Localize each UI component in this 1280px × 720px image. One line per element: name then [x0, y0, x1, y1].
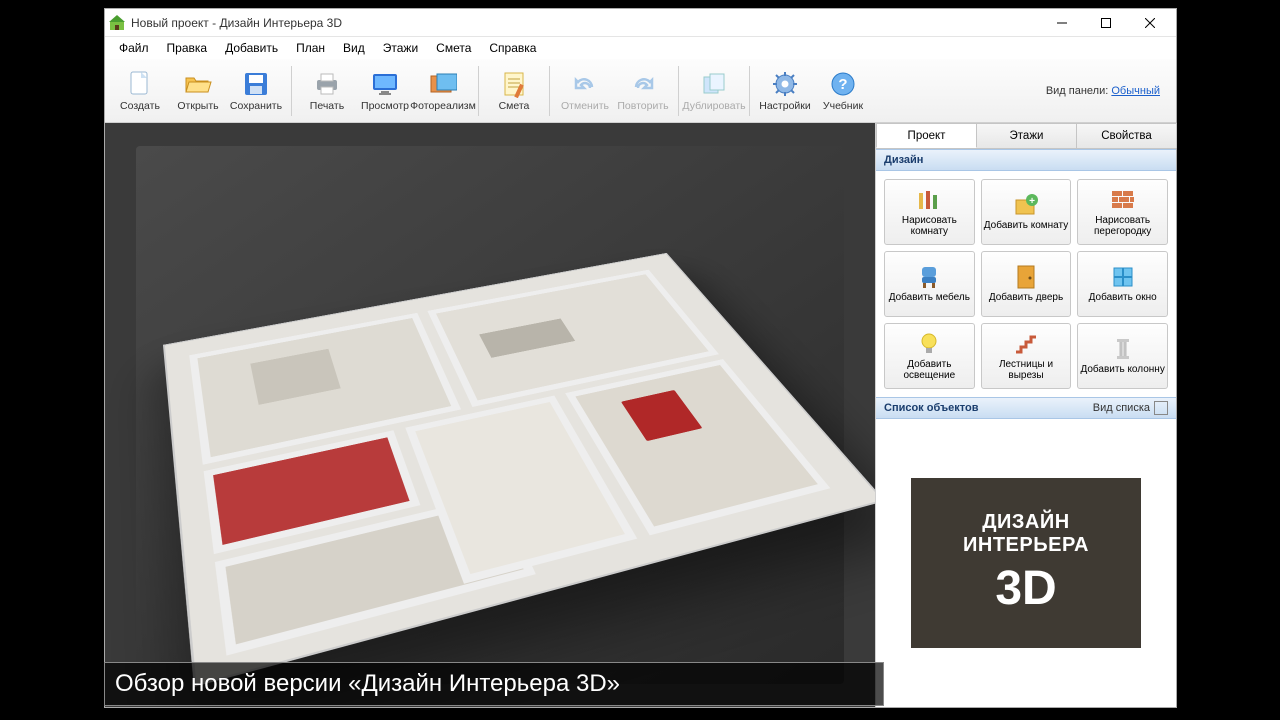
list-view-label: Вид списка [1093, 402, 1150, 414]
notepad-icon [500, 70, 528, 98]
brick-wall-icon [1110, 187, 1136, 213]
floorplan-model [163, 253, 876, 687]
maximize-button[interactable] [1084, 10, 1128, 36]
save-icon [242, 70, 270, 98]
window-icon [1110, 264, 1136, 290]
menubar: Файл Правка Добавить План Вид Этажи Смет… [105, 37, 1176, 59]
app-icon [109, 15, 125, 31]
tab-floors[interactable]: Этажи [976, 123, 1077, 148]
panel-tabs: Проект Этажи Свойства [876, 123, 1176, 149]
photoreal-button[interactable]: Фотореализм [414, 63, 472, 119]
duplicate-icon [700, 70, 728, 98]
titlebar: Новый проект - Дизайн Интерьера 3D [105, 9, 1176, 37]
panel-mode: Вид панели: Обычный [1046, 85, 1170, 97]
minimize-button[interactable] [1040, 10, 1084, 36]
stairs-icon [1013, 331, 1039, 357]
draw-room-button[interactable]: Нарисовать комнату [884, 179, 975, 245]
estimate-button[interactable]: Смета [485, 63, 543, 119]
folder-open-icon [184, 70, 212, 98]
toolbar: Создать Открыть Сохранить Печать Просмот… [105, 59, 1176, 123]
chair-icon [916, 264, 942, 290]
object-list: ДИЗАЙН ИНТЕРЬЕРА 3D [876, 419, 1176, 707]
tab-properties[interactable]: Свойства [1076, 123, 1177, 148]
column-icon [1110, 336, 1136, 362]
redo-button[interactable]: Повторить [614, 63, 672, 119]
design-header: Дизайн [876, 149, 1176, 171]
menu-floors[interactable]: Этажи [375, 39, 426, 57]
monitor-icon [371, 70, 399, 98]
save-button[interactable]: Сохранить [227, 63, 285, 119]
help-button[interactable]: ? Учебник [814, 63, 872, 119]
print-button[interactable]: Печать [298, 63, 356, 119]
create-button[interactable]: Создать [111, 63, 169, 119]
undo-icon [571, 70, 599, 98]
add-window-button[interactable]: Добавить окно [1077, 251, 1168, 317]
tab-project[interactable]: Проект [876, 123, 977, 148]
lightbulb-icon [916, 331, 942, 357]
new-file-icon [126, 70, 154, 98]
video-caption: Обзор новой версии «Дизайн Интерьера 3D» [104, 662, 884, 706]
draw-wall-button[interactable]: Нарисовать перегородку [1077, 179, 1168, 245]
menu-file[interactable]: Файл [111, 39, 157, 57]
add-light-button[interactable]: Добавить освещение [884, 323, 975, 389]
door-icon [1013, 264, 1039, 290]
add-room-icon: + [1013, 192, 1039, 218]
printer-icon [313, 70, 341, 98]
svg-text:+: + [1029, 196, 1035, 207]
list-view-icon[interactable] [1154, 401, 1168, 415]
menu-help[interactable]: Справка [481, 39, 544, 57]
undo-button[interactable]: Отменить [556, 63, 614, 119]
app-window: Новый проект - Дизайн Интерьера 3D Файл … [104, 8, 1177, 708]
help-icon: ? [829, 70, 857, 98]
add-column-button[interactable]: Добавить колонну [1077, 323, 1168, 389]
add-furniture-button[interactable]: Добавить мебель [884, 251, 975, 317]
open-button[interactable]: Открыть [169, 63, 227, 119]
objects-header: Список объектов Вид списка [876, 397, 1176, 419]
brushes-icon [916, 187, 942, 213]
menu-plan[interactable]: План [288, 39, 333, 57]
add-room-button[interactable]: + Добавить комнату [981, 179, 1072, 245]
menu-add[interactable]: Добавить [217, 39, 286, 57]
svg-text:?: ? [838, 76, 847, 93]
menu-edit[interactable]: Правка [159, 39, 216, 57]
duplicate-button[interactable]: Дублировать [685, 63, 743, 119]
panel-mode-link[interactable]: Обычный [1111, 85, 1160, 97]
gear-icon [771, 70, 799, 98]
window-title: Новый проект - Дизайн Интерьера 3D [131, 16, 1040, 30]
product-logo: ДИЗАЙН ИНТЕРЬЕРА 3D [911, 478, 1141, 648]
3d-viewport[interactable] [105, 123, 876, 707]
menu-estimate[interactable]: Смета [428, 39, 479, 57]
photoreal-icon [429, 70, 457, 98]
design-tools: Нарисовать комнату + Добавить комнату На… [876, 171, 1176, 397]
add-door-button[interactable]: Добавить дверь [981, 251, 1072, 317]
preview-button[interactable]: Просмотр [356, 63, 414, 119]
stairs-button[interactable]: Лестницы и вырезы [981, 323, 1072, 389]
redo-icon [629, 70, 657, 98]
menu-view[interactable]: Вид [335, 39, 373, 57]
settings-button[interactable]: Настройки [756, 63, 814, 119]
close-button[interactable] [1128, 10, 1172, 36]
side-panel: Проект Этажи Свойства Дизайн Нарисовать … [876, 123, 1176, 707]
